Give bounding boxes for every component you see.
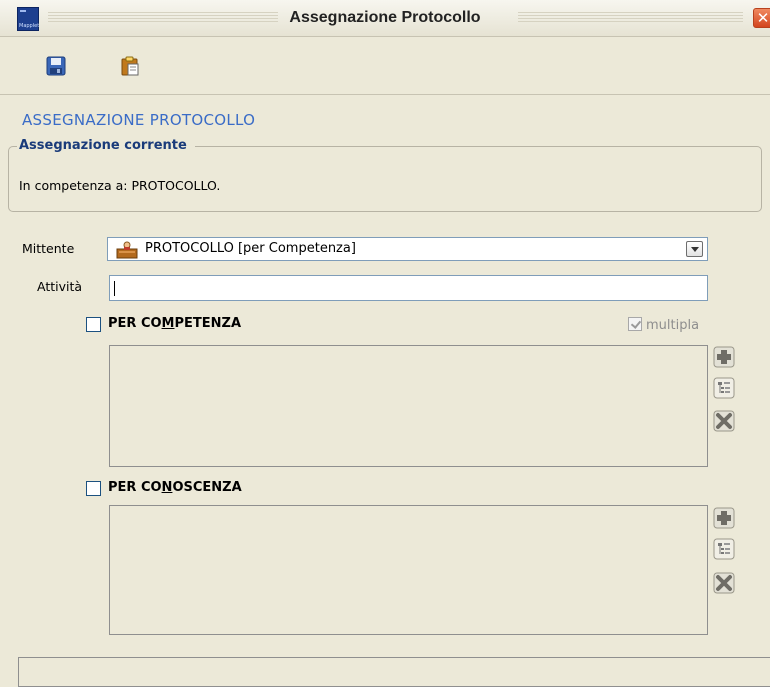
competenza-delete-button[interactable]: [713, 410, 735, 432]
toolbar: [0, 37, 770, 95]
competenza-label-pre: PER CO: [108, 316, 162, 331]
tree-icon: [713, 377, 735, 399]
conoscenza-delete-button[interactable]: [713, 572, 735, 594]
delete-icon: [713, 410, 735, 432]
competenza-checkbox[interactable]: [86, 317, 101, 332]
current-assignment-text: In competenza a: PROTOCOLLO.: [19, 178, 221, 193]
conoscenza-list[interactable]: [109, 505, 708, 635]
multipla-checkbox: multipla: [628, 317, 699, 333]
conoscenza-label-pre: PER CO: [108, 480, 162, 495]
clipboard-icon: [121, 56, 139, 76]
conoscenza-label-mnemonic: N: [161, 480, 173, 495]
close-button[interactable]: ✕: [753, 8, 770, 28]
text-cursor: [114, 281, 115, 296]
conoscenza-add-button[interactable]: [713, 507, 735, 529]
competenza-label-mnemonic: M: [161, 316, 175, 331]
office-icon: [116, 241, 138, 259]
save-icon: [46, 56, 66, 76]
mittente-select[interactable]: PROTOCOLLO [per Competenza]: [107, 237, 708, 261]
competenza-tree-button[interactable]: [713, 377, 735, 399]
chevron-down-icon[interactable]: [686, 241, 703, 257]
mittente-label: Mittente: [22, 241, 75, 256]
conoscenza-label: PER CONOSCENZA: [108, 480, 242, 495]
conoscenza-label-post: OSCENZA: [172, 480, 242, 495]
multipla-check-icon: [628, 317, 642, 331]
conoscenza-tree-button[interactable]: [713, 538, 735, 560]
title-bar[interactable]: Mapplet Assegnazione Protocollo ✕: [0, 0, 770, 37]
competenza-list[interactable]: [109, 345, 708, 467]
delete-icon: [713, 572, 735, 594]
title-bar-decoration: [518, 12, 743, 24]
competenza-add-button[interactable]: [713, 346, 735, 368]
attivita-label: Attività: [37, 279, 83, 294]
paste-button[interactable]: [119, 55, 141, 77]
status-bar: [18, 657, 770, 687]
page-title: ASSEGNAZIONE PROTOCOLLO: [22, 111, 256, 129]
tree-icon: [713, 538, 735, 560]
title-bar-decoration: [48, 12, 278, 24]
current-assignment-legend: Assegnazione corrente: [19, 138, 187, 153]
competenza-label: PER COMPETENZA: [108, 316, 241, 331]
add-icon: [713, 346, 735, 368]
current-assignment-group: Assegnazione corrente: [8, 138, 762, 212]
save-button[interactable]: [45, 55, 67, 77]
add-icon: [713, 507, 735, 529]
attivita-input[interactable]: [109, 275, 708, 301]
conoscenza-checkbox[interactable]: [86, 481, 101, 496]
competenza-label-post: PETENZA: [174, 316, 242, 331]
multipla-label: multipla: [646, 318, 700, 333]
app-logo-icon: Mapplet: [17, 7, 39, 31]
mittente-value: PROTOCOLLO [per Competenza]: [145, 241, 356, 256]
